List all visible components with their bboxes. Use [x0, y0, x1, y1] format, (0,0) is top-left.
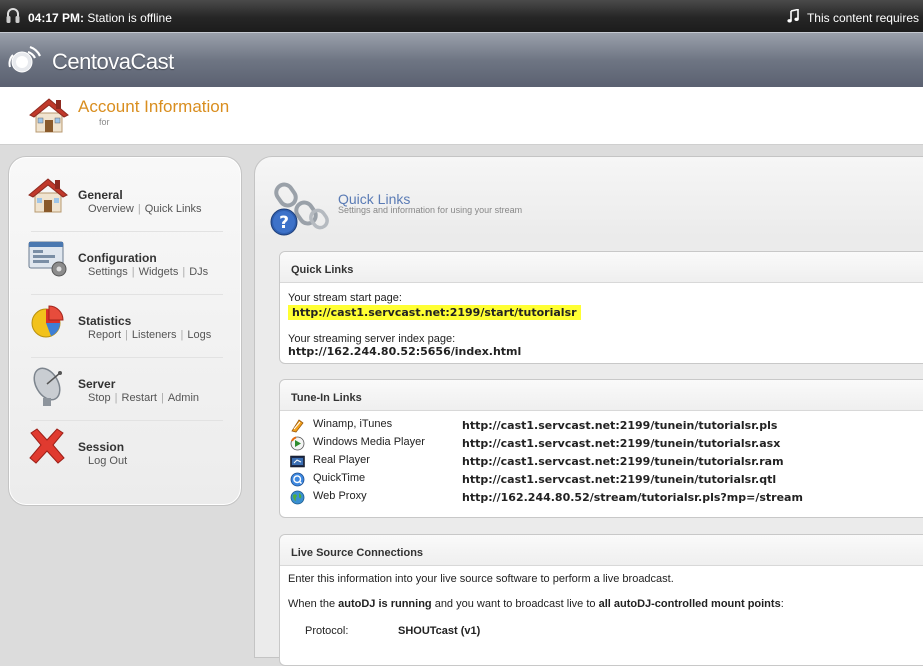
sidebar-item-general: General Overview | Quick Links: [9, 163, 241, 225]
real-player-icon: [290, 454, 305, 469]
quicktime-icon: [290, 472, 305, 487]
sidebar-item-title: Statistics: [78, 314, 132, 328]
tune-in-url[interactable]: http://162.244.80.52/stream/tutorialsr.p…: [462, 491, 803, 504]
text-fragment: and you want to broadcast live to: [431, 598, 599, 610]
server-index-url[interactable]: http://162.244.80.52:5656/index.html: [288, 345, 521, 358]
nav-link-listeners[interactable]: Listeners: [132, 329, 177, 341]
player-name: Web Proxy: [313, 490, 367, 502]
account-title: Account Information: [78, 97, 230, 116]
tune-in-row: QuickTime http://cast1.servcast.net:2199…: [288, 471, 923, 489]
server-index-label: Your streaming server index page:: [288, 333, 456, 345]
autodj-emphasis: autoDJ is running: [338, 598, 432, 610]
player-name: Windows Media Player: [313, 436, 425, 448]
tune-in-row: Windows Media Player http://cast1.servca…: [288, 435, 923, 453]
sidebar-item-title: General: [78, 188, 123, 202]
player-name: Winamp, iTunes: [313, 418, 393, 430]
sidebar-item-session: Session Log Out: [9, 415, 241, 477]
nav-link-quick-links[interactable]: Quick Links: [145, 203, 202, 215]
sidebar-item-statistics: Statistics Report | Listeners | Logs: [9, 289, 241, 351]
tune-in-url[interactable]: http://cast1.servcast.net:2199/tunein/tu…: [462, 455, 784, 468]
red-x-icon: [27, 427, 69, 467]
tune-in-url[interactable]: http://cast1.servcast.net:2199/tunein/tu…: [462, 437, 780, 450]
tune-in-url[interactable]: http://cast1.servcast.net:2199/tunein/tu…: [462, 473, 776, 486]
satellite-dish-icon: [27, 364, 69, 406]
nav-link-log-out[interactable]: Log Out: [88, 455, 127, 467]
brand-name: CentovaCast: [52, 48, 174, 74]
nav-link-report[interactable]: Report: [88, 329, 121, 341]
live-source-when: When the autoDJ is running and you want …: [288, 598, 923, 610]
svg-text:?: ?: [279, 213, 289, 233]
broadcast-logo-icon: [8, 43, 46, 80]
tune-in-row: Real Player http://cast1.servcast.net:21…: [288, 453, 923, 471]
sidebar-item-title: Session: [78, 440, 125, 454]
nav-link-restart[interactable]: Restart: [122, 392, 157, 404]
globe-icon: [290, 490, 305, 505]
configuration-icon: [27, 238, 69, 278]
panel-heading: Tune-In Links: [280, 380, 923, 411]
sidebar-item-title: Server: [78, 377, 116, 391]
status-notice: This content requires: [806, 10, 919, 25]
nav-link-logs[interactable]: Logs: [187, 329, 211, 341]
house-icon: [28, 95, 70, 138]
mounts-emphasis: all autoDJ-controlled mount points: [598, 598, 781, 610]
sidebar-item-server: Server Stop | Restart | Admin: [9, 352, 241, 414]
status-message: Station is offline: [87, 10, 172, 25]
tune-in-links-panel: Tune-In Links Winamp, iTunes http://cast…: [279, 379, 923, 518]
live-source-panel: Live Source Connections Enter this infor…: [279, 534, 923, 666]
protocol-label: Protocol:: [305, 625, 349, 637]
live-source-intro: Enter this information into your live so…: [288, 573, 674, 585]
stream-start-url[interactable]: http://cast1.servcast.net:2199/start/tut…: [288, 305, 581, 320]
nav-link-widgets[interactable]: Widgets: [139, 266, 179, 278]
tune-in-row: Web Proxy http://162.244.80.52/stream/tu…: [288, 489, 923, 507]
chain-link-help-icon: ?: [268, 182, 332, 241]
page-subtitle: Settings and information for using your …: [338, 205, 523, 215]
quick-links-panel: Quick Links Your stream start page: http…: [279, 251, 923, 364]
text-fragment: :: [780, 598, 784, 610]
windows-media-player-icon: [290, 436, 305, 451]
music-note-icon: [787, 8, 799, 26]
player-name: QuickTime: [313, 472, 366, 484]
account-subtitle: for: [99, 117, 110, 127]
nav-link-settings[interactable]: Settings: [88, 266, 128, 278]
sidebar-nav: General Overview | Quick Links Configurati…: [8, 156, 242, 506]
player-name: Real Player: [313, 454, 370, 466]
nav-link-djs[interactable]: DJs: [189, 266, 208, 278]
winamp-icon: [290, 418, 305, 433]
house-icon: [27, 175, 69, 215]
nav-link-admin[interactable]: Admin: [168, 392, 199, 404]
status-bar: 04:17 PM: Station is offline This conten…: [0, 0, 923, 32]
brand-logo[interactable]: CentovaCast: [8, 43, 174, 80]
brand-bar: CentovaCast: [0, 32, 923, 88]
protocol-value: SHOUTcast (v1): [398, 625, 481, 637]
status-time: 04:17 PM:: [28, 10, 85, 25]
pie-chart-icon: [27, 301, 69, 341]
tune-in-url[interactable]: http://cast1.servcast.net:2199/tunein/tu…: [462, 419, 777, 432]
tune-in-row: Winamp, iTunes http://cast1.servcast.net…: [288, 417, 923, 435]
nav-link-overview[interactable]: Overview: [88, 203, 134, 215]
nav-link-stop[interactable]: Stop: [88, 392, 111, 404]
headphones-icon: [6, 7, 20, 28]
account-header: Account Information for: [0, 87, 923, 145]
text-fragment: When the: [288, 598, 339, 610]
stream-start-label: Your stream start page:: [288, 292, 402, 304]
panel-heading: Quick Links: [280, 252, 923, 283]
panel-heading: Live Source Connections: [280, 535, 923, 566]
sidebar-item-title: Configuration: [78, 251, 157, 265]
sidebar-item-configuration: Configuration Settings | Widgets | DJs: [9, 226, 241, 288]
